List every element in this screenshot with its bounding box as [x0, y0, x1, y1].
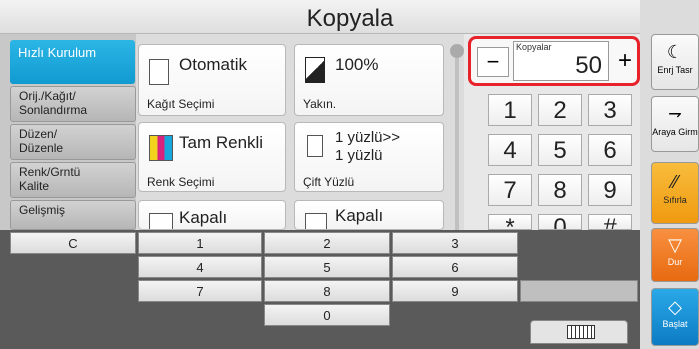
- keyboard-toggle-button[interactable]: [530, 320, 628, 344]
- keyboard-key-7[interactable]: 7: [138, 280, 262, 302]
- numpad-key-0[interactable]: 0: [538, 214, 582, 230]
- keyboard-key-8[interactable]: 8: [264, 280, 390, 302]
- keyboard-key-2[interactable]: 2: [264, 232, 390, 254]
- start-button[interactable]: ◇ Başlat: [651, 288, 699, 346]
- numpad-key-5[interactable]: 5: [538, 134, 582, 166]
- tab-original-paper-finishing[interactable]: Orij./Kağıt/ Sonlandırma: [10, 86, 136, 122]
- combine-icon: [149, 213, 173, 229]
- start-icon: ◇: [668, 297, 682, 317]
- paper-selection-card[interactable]: Otomatik Kağıt Seçimi: [138, 44, 286, 116]
- keyboard-key-3[interactable]: 3: [392, 232, 518, 254]
- numpad-key-4[interactable]: 4: [488, 134, 532, 166]
- copies-box: − Kopyalar 50 +: [468, 36, 640, 86]
- tab-quick-setup[interactable]: Hızlı Kurulum: [10, 40, 135, 84]
- color-value: Tam Renkli: [179, 133, 264, 152]
- color-label: Renk Seçimi: [147, 175, 215, 189]
- blank-key: [520, 280, 638, 302]
- numpad-key-8[interactable]: 8: [538, 174, 582, 206]
- start-label: Başlat: [662, 319, 688, 329]
- tab-layout-edit[interactable]: Düzen/ Düzenle: [10, 124, 136, 160]
- keyboard-key-9[interactable]: 9: [392, 280, 518, 302]
- paper-icon: [149, 59, 169, 85]
- numpad-key-3[interactable]: 3: [588, 94, 632, 126]
- duplex-value: 1 yüzlü>> 1 yüzlü: [335, 129, 401, 164]
- reset-button[interactable]: ⁄⁄ Sıfırla: [651, 162, 699, 224]
- clear-key[interactable]: C: [10, 232, 136, 254]
- numpad-key-hash[interactable]: #: [588, 214, 632, 230]
- duplex-card[interactable]: 1 yüzlü>> 1 yüzlü Çift Yüzlü: [294, 122, 444, 192]
- margin-value: Kapalı: [335, 206, 384, 225]
- paper-value: Otomatik: [179, 55, 248, 74]
- copies-field[interactable]: Kopyalar 50: [513, 41, 609, 81]
- tab-color-image-quality[interactable]: Renk/Grntü Kalite: [10, 162, 136, 198]
- zoom-card[interactable]: 100% Yakın.: [294, 44, 444, 116]
- margin-icon: [305, 213, 327, 229]
- zoom-label: Yakın.: [303, 97, 337, 111]
- numpad-key-1[interactable]: 1: [488, 94, 532, 126]
- zoom-value: 100%: [335, 55, 379, 74]
- page-title: Kopyala: [306, 5, 394, 32]
- stop-icon: ▽: [668, 235, 682, 255]
- duplex-label: Çift Yüzlü: [303, 175, 355, 189]
- stop-button[interactable]: ▽ Dur: [651, 228, 699, 282]
- combine-card[interactable]: Kapalı: [138, 200, 286, 230]
- keyboard-key-5[interactable]: 5: [264, 256, 390, 278]
- interrupt-button[interactable]: ⇁ Araya Girm: [651, 96, 699, 152]
- keyboard-key-4[interactable]: 4: [138, 256, 262, 278]
- combine-value: Kapalı: [179, 208, 228, 227]
- keyboard-key-6[interactable]: 6: [392, 256, 518, 278]
- plus-button[interactable]: +: [613, 47, 637, 77]
- interrupt-label: Araya Girm: [652, 127, 698, 137]
- scrollbar[interactable]: [455, 58, 459, 230]
- paper-label: Kağıt Seçimi: [147, 97, 215, 111]
- energy-saver-button[interactable]: ☾ Enrj Tasr: [651, 34, 699, 90]
- color-selection-card[interactable]: Tam Renkli Renk Seçimi: [138, 122, 286, 192]
- numpad-key-9[interactable]: 9: [588, 174, 632, 206]
- numpad-key-7[interactable]: 7: [488, 174, 532, 206]
- reset-label: Sıfırla: [663, 195, 687, 205]
- numpad-key-star[interactable]: *: [488, 214, 532, 230]
- energy-saver-label: Enrj Tasr: [657, 65, 693, 75]
- copies-value: 50: [575, 52, 602, 79]
- margin-card[interactable]: Kapalı: [294, 200, 444, 230]
- moon-icon: ☾: [666, 42, 684, 62]
- scroll-handle-icon[interactable]: [450, 44, 464, 58]
- numpad-key-2[interactable]: 2: [538, 94, 582, 126]
- stop-label: Dur: [667, 257, 683, 267]
- interrupt-icon: ⇁: [668, 106, 682, 123]
- minus-button[interactable]: −: [477, 47, 509, 77]
- keyboard-key-0[interactable]: 0: [264, 304, 390, 326]
- keyboard-key-1[interactable]: 1: [138, 232, 262, 254]
- color-icon: [149, 135, 173, 161]
- zoom-icon: [305, 57, 325, 83]
- copies-label: Kopyalar: [516, 42, 552, 52]
- keyboard-icon: [567, 325, 595, 339]
- tab-advanced[interactable]: Gelişmiş: [10, 200, 136, 230]
- numpad-key-6[interactable]: 6: [588, 134, 632, 166]
- reset-icon: ⁄⁄: [671, 172, 678, 192]
- duplex-icon: [307, 135, 323, 157]
